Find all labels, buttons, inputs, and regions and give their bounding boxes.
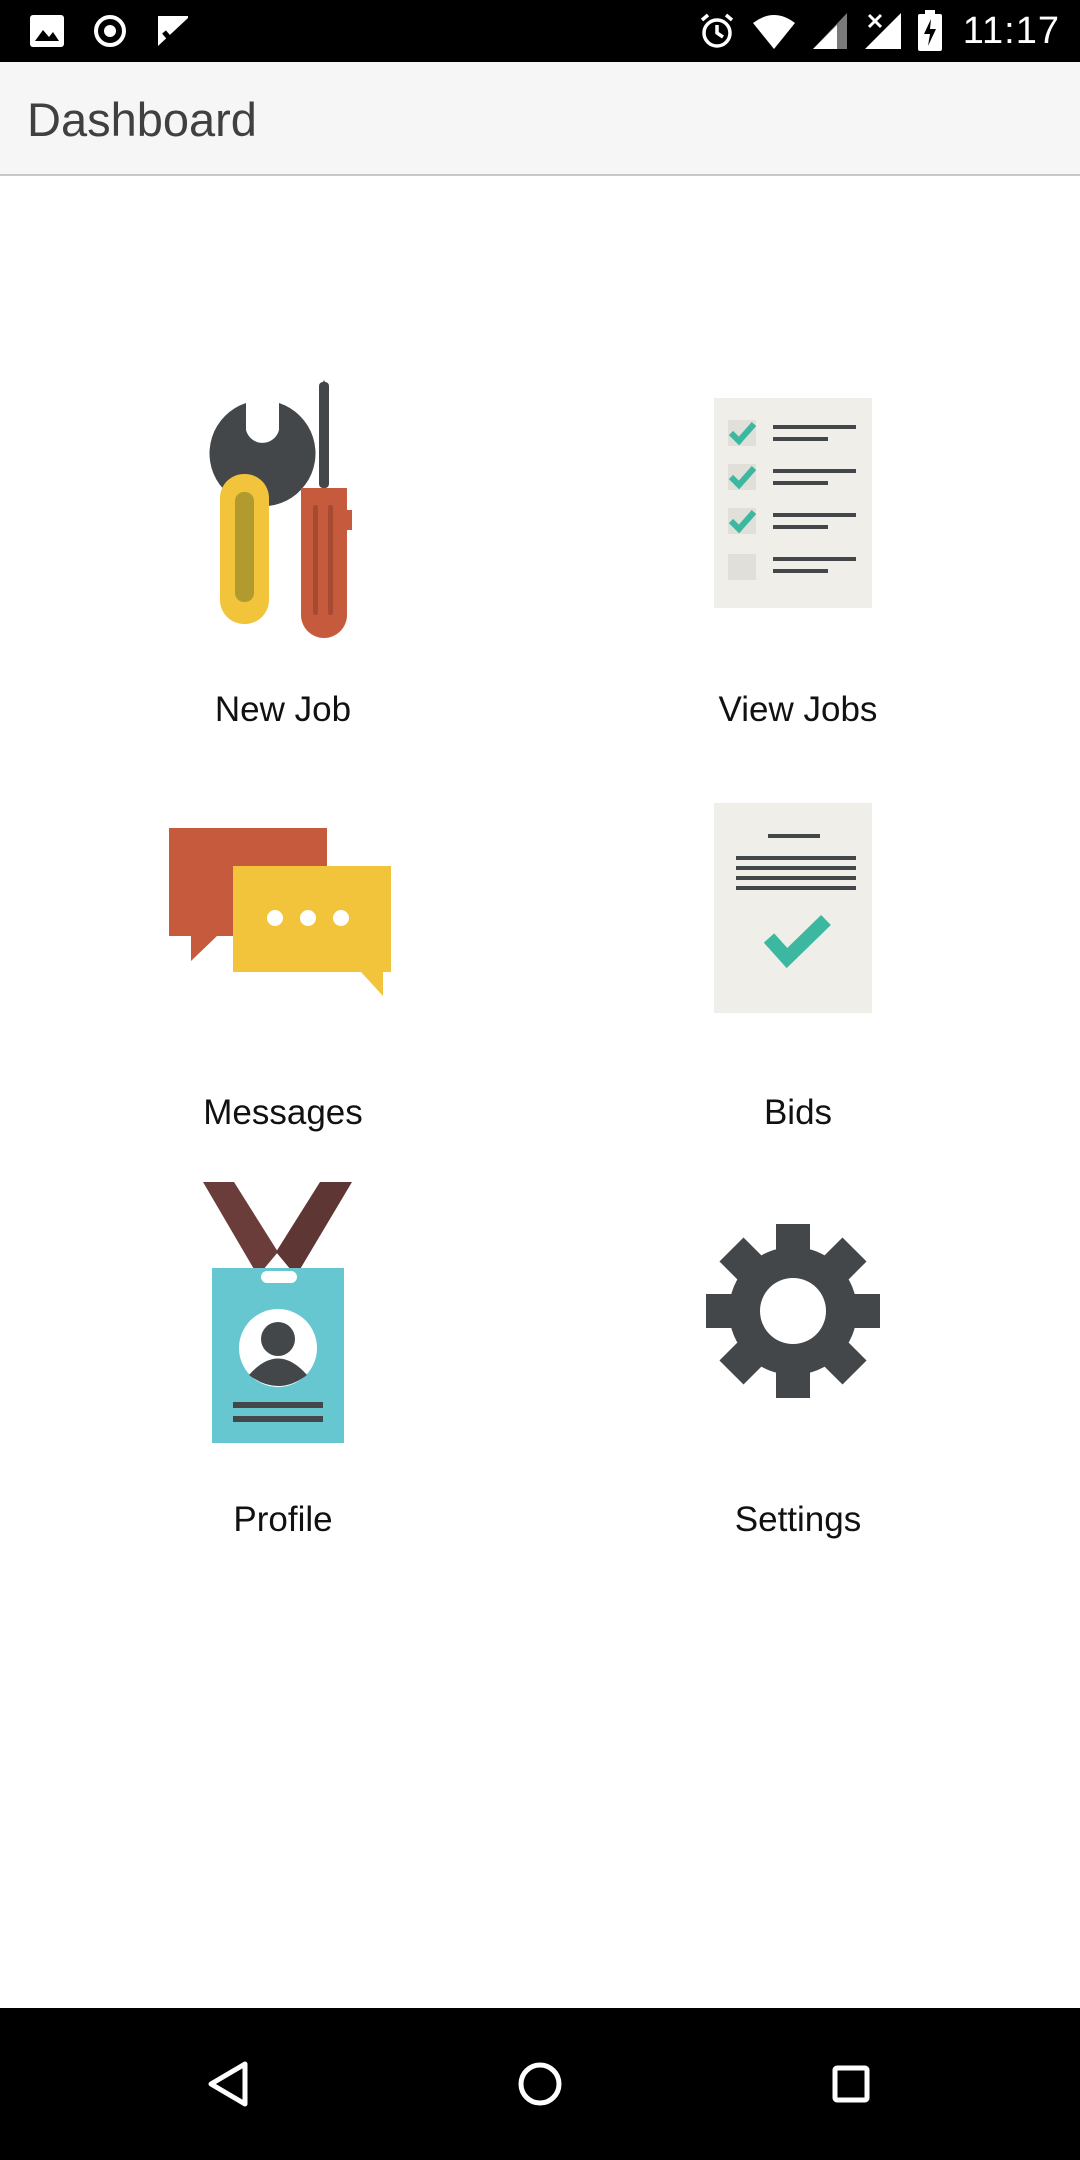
status-bar: 11:17 xyxy=(0,0,1080,62)
notification-icons xyxy=(28,10,192,52)
system-status-icons: 11:17 xyxy=(697,8,1060,54)
checklist-icon xyxy=(714,398,872,608)
battery-charging-icon xyxy=(917,10,942,51)
tile-label-profile: Profile xyxy=(233,1500,333,1539)
tile-label-messages: Messages xyxy=(203,1093,363,1132)
app-bar: Dashboard xyxy=(0,62,1080,176)
signal-no-data-icon xyxy=(864,13,901,49)
gear-icon xyxy=(706,1224,880,1398)
id-badge-icon xyxy=(203,1182,352,1443)
check-task-icon xyxy=(158,16,190,46)
page-title: Dashboard xyxy=(27,93,257,146)
view-jobs-tile[interactable]: View Jobs xyxy=(598,360,998,740)
profile-tile[interactable]: Profile xyxy=(83,1170,483,1550)
new-job-tile[interactable]: New Job xyxy=(83,360,483,740)
alarm-icon xyxy=(700,13,733,48)
messages-tile[interactable]: Messages xyxy=(83,765,483,1145)
wifi-icon xyxy=(752,15,795,49)
home-icon[interactable] xyxy=(500,2044,580,2124)
bids-tile[interactable]: Bids xyxy=(598,765,998,1145)
back-icon[interactable] xyxy=(189,2044,269,2124)
status-time: 11:17 xyxy=(962,9,1060,52)
tile-label-settings: Settings xyxy=(734,1500,862,1539)
settings-tile[interactable]: Settings xyxy=(598,1170,998,1550)
tools-icon xyxy=(209,380,352,638)
chat-bubbles-icon xyxy=(169,828,391,996)
record-icon xyxy=(94,15,126,47)
signal-icon xyxy=(812,13,847,49)
image-icon xyxy=(30,15,64,47)
recents-icon[interactable] xyxy=(811,2044,891,2124)
tile-label-new-job: New Job xyxy=(214,690,352,729)
document-check-icon xyxy=(714,803,872,1013)
navigation-bar xyxy=(0,2008,1080,2160)
tile-label-view-jobs: View Jobs xyxy=(718,690,878,729)
tile-label-bids: Bids xyxy=(763,1093,833,1132)
